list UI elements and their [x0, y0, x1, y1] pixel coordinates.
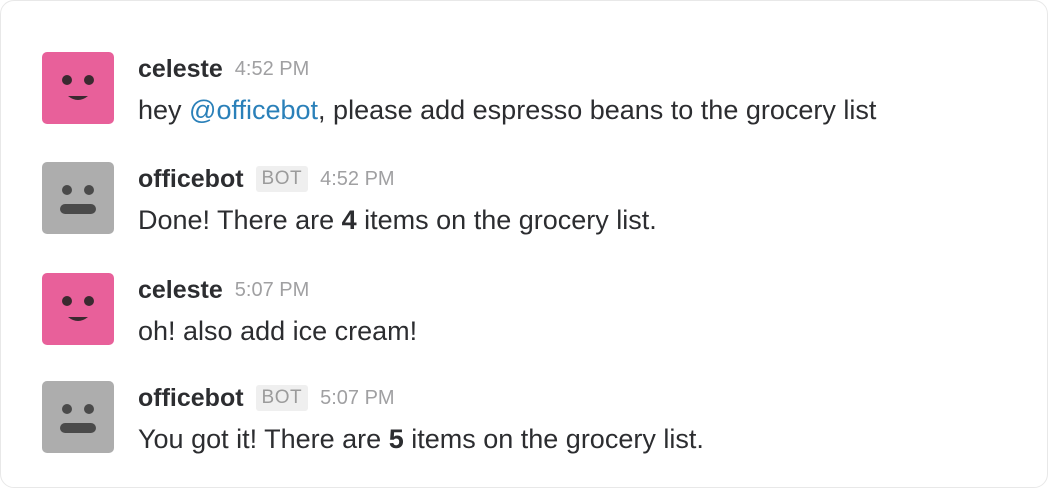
message: officebot BOT 4:52 PM Done! There are 4 …	[42, 162, 1022, 242]
message-text: Done! There are 4 items on the grocery l…	[138, 202, 1022, 238]
text-segment: Done! There are	[138, 205, 342, 235]
text-segment: , please add espresso beans to the groce…	[318, 95, 877, 125]
user-avatar[interactable]	[42, 273, 114, 345]
bot-badge: BOT	[255, 385, 309, 411]
text-segment: hey	[138, 95, 190, 125]
message-body: officebot BOT 4:52 PM Done! There are 4 …	[138, 162, 1022, 238]
timestamp[interactable]: 5:07 PM	[320, 387, 394, 410]
text-segment: items on the grocery list.	[356, 205, 657, 235]
message: celeste 4:52 PM hey @officebot, please a…	[42, 52, 1022, 132]
bot-avatar[interactable]	[42, 162, 114, 234]
timestamp[interactable]: 4:52 PM	[235, 58, 309, 81]
message-body: celeste 5:07 PM oh! also add ice cream!	[138, 273, 1022, 349]
text-segment: items on the grocery list.	[403, 424, 704, 454]
author-name[interactable]: officebot	[138, 165, 244, 194]
text-segment: You got it! There are	[138, 424, 389, 454]
message-header: celeste 5:07 PM	[138, 273, 1022, 307]
message-header: officebot BOT 4:52 PM	[138, 162, 1022, 196]
timestamp[interactable]: 4:52 PM	[320, 168, 394, 191]
message: celeste 5:07 PM oh! also add ice cream!	[42, 273, 1022, 353]
message: officebot BOT 5:07 PM You got it! There …	[42, 381, 1022, 461]
smiley-face-icon	[62, 296, 94, 321]
message-body: officebot BOT 5:07 PM You got it! There …	[138, 381, 1022, 457]
item-count: 5	[388, 424, 404, 454]
message-header: officebot BOT 5:07 PM	[138, 381, 1022, 415]
message-text: You got it! There are 5 items on the gro…	[138, 421, 1022, 457]
bot-badge: BOT	[255, 166, 309, 192]
robot-face-icon	[60, 185, 96, 214]
message-text: oh! also add ice cream!	[138, 316, 418, 346]
author-name[interactable]: celeste	[138, 276, 223, 305]
timestamp[interactable]: 5:07 PM	[235, 279, 309, 302]
message-text: hey @officebot, please add espresso bean…	[138, 92, 1022, 128]
item-count: 4	[341, 205, 357, 235]
message-feed: celeste 4:52 PM hey @officebot, please a…	[0, 0, 1050, 490]
robot-face-icon	[60, 404, 96, 433]
mention-link[interactable]: @officebot	[189, 95, 318, 125]
author-name[interactable]: officebot	[138, 384, 244, 413]
smiley-face-icon	[62, 75, 94, 100]
bot-avatar[interactable]	[42, 381, 114, 453]
message-body: celeste 4:52 PM hey @officebot, please a…	[138, 52, 1022, 128]
user-avatar[interactable]	[42, 52, 114, 124]
message-header: celeste 4:52 PM	[138, 52, 1022, 86]
author-name[interactable]: celeste	[138, 55, 223, 84]
